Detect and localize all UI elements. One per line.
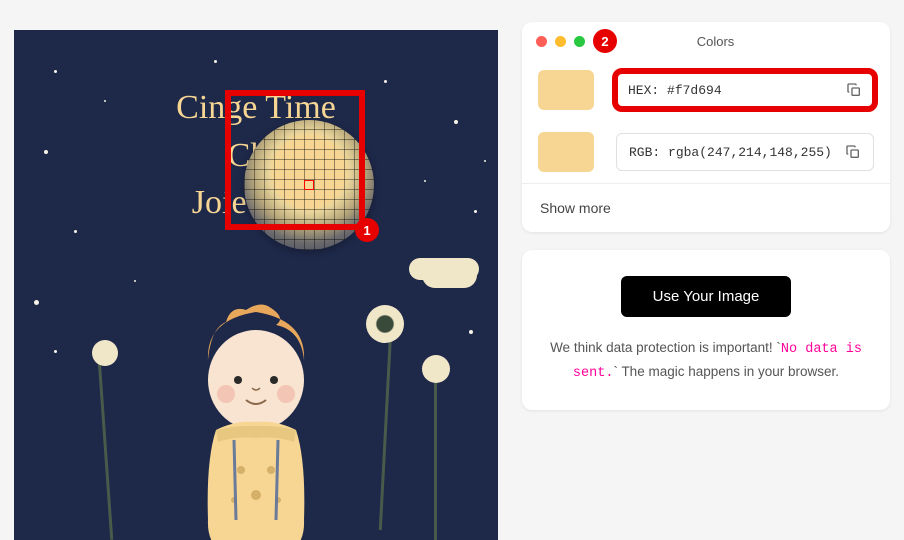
cta-card: Use Your Image We think data protection … <box>522 250 890 410</box>
show-more-link[interactable]: Show more <box>522 183 890 232</box>
window-controls <box>536 36 585 47</box>
close-icon[interactable] <box>536 36 547 47</box>
flower-decoration <box>434 370 437 540</box>
use-your-image-button[interactable]: Use Your Image <box>621 276 792 317</box>
rgb-value-box[interactable]: RGB: rgba(247,214,148,255) <box>616 133 874 171</box>
annotation-badge-1: 1 <box>355 218 379 242</box>
flower-decoration <box>92 340 118 366</box>
image-preview-panel: Cinge Time Ch.. Joie C..... 1 <box>0 0 500 540</box>
color-swatch[interactable] <box>538 70 594 110</box>
card-title: Colors <box>585 34 876 49</box>
color-row-rgb: RGB: rgba(247,214,148,255) <box>522 121 890 183</box>
minimize-icon[interactable] <box>555 36 566 47</box>
color-row-hex: HEX: #f7d694 <box>522 59 890 121</box>
flower-decoration <box>422 355 450 383</box>
flower-decoration <box>366 305 404 343</box>
colors-card: Colors HEX: #f7d694 RGB: rgba(247,214,14… <box>522 22 890 232</box>
cloud-decoration <box>422 262 477 288</box>
card-header: Colors <box>522 34 890 59</box>
annotation-highlight-1 <box>225 90 365 230</box>
side-panel: Colors HEX: #f7d694 RGB: rgba(247,214,14… <box>500 0 904 540</box>
color-swatch[interactable] <box>538 132 594 172</box>
privacy-note: We think data protection is important! `… <box>544 337 868 384</box>
boy-illustration <box>146 300 366 540</box>
maximize-icon[interactable] <box>574 36 585 47</box>
copy-icon[interactable] <box>845 144 861 160</box>
annotation-badge-2: 2 <box>593 29 617 53</box>
hex-value-box[interactable]: HEX: #f7d694 <box>616 72 874 108</box>
color-code-text: HEX: #f7d694 <box>628 83 722 98</box>
color-code-text: RGB: rgba(247,214,148,255) <box>629 145 832 160</box>
copy-icon[interactable] <box>846 82 862 98</box>
